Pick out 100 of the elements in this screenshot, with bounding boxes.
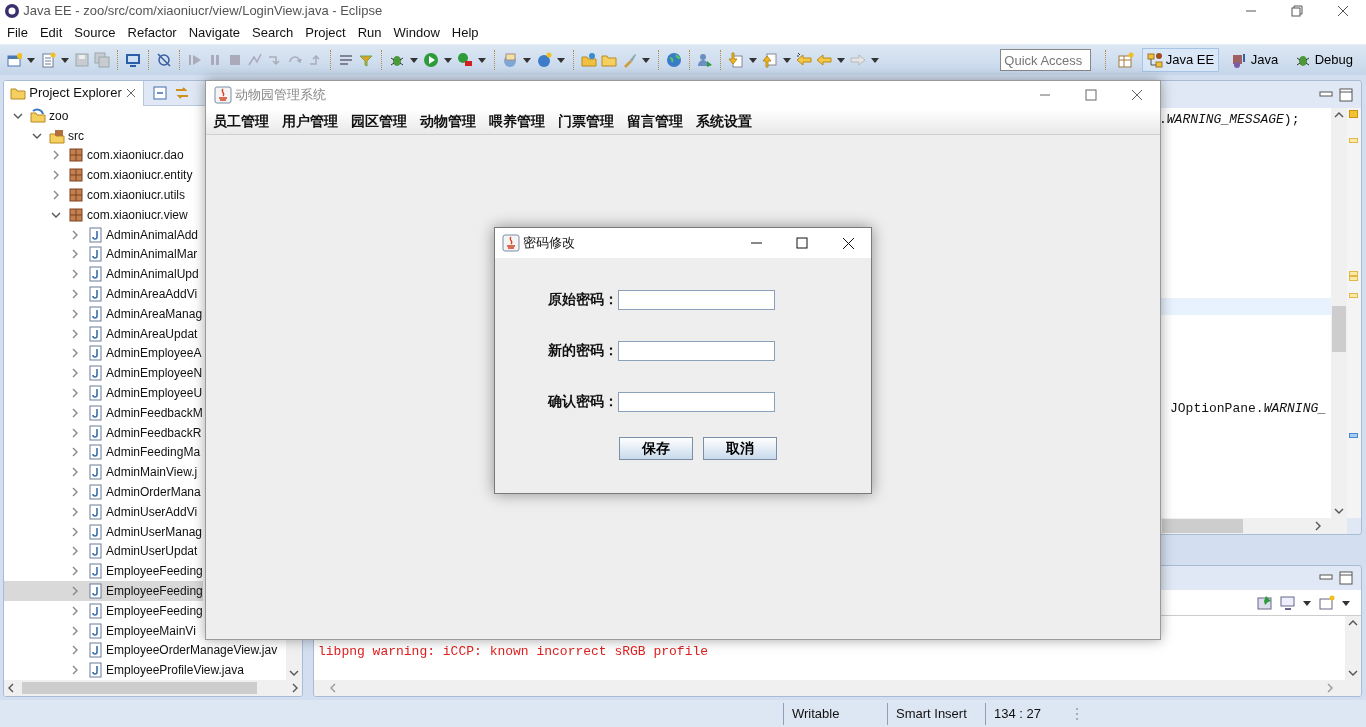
tree-item[interactable]: AdminUserAddVi [4, 501, 198, 522]
tree-item[interactable]: AdminAnimalMar [4, 244, 198, 265]
text-field[interactable] [618, 289, 775, 310]
overview-marker[interactable] [1349, 276, 1358, 281]
tree-item[interactable]: AdminAreaAddVi [4, 284, 198, 304]
dialog-button[interactable]: 保存 [619, 437, 693, 460]
tree-item[interactable]: AdminAreaUpdat [4, 323, 198, 344]
menu-item[interactable]: 动物管理 [414, 111, 482, 132]
menu-item[interactable]: 留言管理 [621, 111, 689, 132]
menu-item[interactable]: File [1, 23, 34, 43]
caret-icon[interactable] [641, 56, 651, 64]
overview-marker[interactable] [1349, 138, 1358, 143]
tree-item[interactable]: AdminFeedbackR [4, 422, 202, 443]
tree-item[interactable]: AdminUserUpdat [4, 541, 198, 562]
caret-icon[interactable] [1302, 598, 1312, 607]
open-folder-icon[interactable] [581, 52, 597, 68]
tree-item[interactable]: EmployeeOrderManageView.jav [4, 640, 278, 661]
overview-marker[interactable] [1349, 110, 1358, 118]
tree-item[interactable]: com.xiaoniucr.dao [4, 145, 184, 166]
search-person-icon[interactable] [697, 52, 713, 68]
menu-item[interactable]: Search [246, 23, 300, 43]
menu-item[interactable]: Project [299, 23, 352, 43]
tree-item[interactable]: EmployeeFeeding [4, 561, 203, 582]
overview-marker[interactable] [1349, 433, 1358, 438]
run-icon[interactable] [423, 52, 439, 68]
tree-item[interactable]: AdminUserManag [4, 521, 203, 542]
vertical-scrollbar[interactable] [1331, 108, 1347, 518]
horizontal-scrollbar[interactable] [4, 680, 302, 696]
monitor-icon[interactable] [125, 52, 141, 68]
dialog-button[interactable]: 取消 [703, 437, 777, 460]
tree-item[interactable]: zoo [4, 106, 69, 126]
tree-item[interactable]: AdminMainView.j [4, 462, 198, 483]
menu-item[interactable]: Source [68, 23, 122, 43]
tree-item[interactable]: com.xiaoniucr.view [4, 205, 188, 225]
scroll-thumb[interactable] [22, 682, 257, 694]
caret-icon[interactable] [443, 56, 453, 64]
tree-item[interactable]: com.xiaoniucr.entity [4, 165, 193, 186]
tree-item[interactable]: AdminAreaManag [4, 303, 203, 324]
tree-item[interactable]: AdminAnimalUpd [4, 264, 199, 285]
maximize-icon[interactable] [1339, 87, 1353, 102]
caret-icon[interactable] [409, 56, 419, 64]
link-editor-icon[interactable] [174, 85, 190, 101]
caret-icon[interactable] [60, 56, 70, 64]
folder-icon[interactable] [601, 52, 617, 68]
tree-item[interactable]: AdminFeedingMa [4, 442, 201, 463]
tree-item[interactable]: AdminAnimalAdd [4, 224, 199, 245]
text-field[interactable] [618, 391, 775, 412]
caret-icon[interactable] [1341, 598, 1351, 607]
open-console-icon[interactable] [1318, 594, 1335, 611]
menu-item[interactable]: Run [351, 23, 388, 43]
view-tab[interactable]: Project Explorer [4, 81, 144, 106]
menu-item[interactable]: Help [445, 23, 485, 43]
tree-item[interactable]: AdminEmployeeN [4, 363, 203, 384]
tree-item[interactable]: src [4, 125, 84, 146]
caret-icon[interactable] [522, 56, 532, 64]
display-console-icon[interactable] [1279, 594, 1296, 611]
caret-icon[interactable] [26, 56, 36, 64]
new-window-icon[interactable] [6, 52, 22, 68]
menu-item[interactable]: 园区管理 [345, 111, 413, 132]
overview-marker[interactable] [1349, 271, 1358, 276]
perspective-button[interactable]: Java [1226, 48, 1284, 72]
menu-item[interactable]: 喂养管理 [483, 111, 551, 132]
menu-item[interactable]: 系统设置 [690, 111, 758, 132]
caret-icon[interactable] [556, 56, 566, 64]
menu-item[interactable]: Window [387, 23, 446, 43]
skip-icon[interactable] [156, 52, 172, 68]
overview-marker[interactable] [1349, 293, 1358, 298]
tree-item[interactable]: AdminEmployeeA [4, 343, 202, 364]
tree-item[interactable]: EmployeeMainVi [4, 620, 196, 641]
menu-item[interactable]: Navigate [182, 23, 246, 43]
caret-icon[interactable] [782, 56, 792, 64]
caret-icon[interactable] [870, 56, 880, 64]
menu-item[interactable]: 用户管理 [276, 111, 344, 132]
tree-item[interactable]: AdminEmployeeU [4, 383, 203, 403]
caret-icon[interactable] [477, 56, 487, 64]
collapse-all-icon[interactable] [152, 85, 168, 101]
tree-item[interactable]: EmployeeFeeding [4, 581, 203, 601]
tree-item[interactable]: AdminFeedbackM [4, 402, 203, 423]
perspective-button[interactable]: Debug [1290, 48, 1358, 72]
caret-icon[interactable] [748, 56, 758, 64]
run-tool-icon[interactable] [457, 52, 473, 68]
tree-item[interactable]: EmployeeProfileView.java [4, 660, 244, 680]
scroll-thumb[interactable] [1332, 306, 1346, 352]
menu-item[interactable]: 门票管理 [552, 111, 620, 132]
tree-item[interactable]: EmployeeFeeding [4, 600, 203, 621]
list-icon[interactable] [338, 52, 354, 68]
globe-icon[interactable] [666, 52, 682, 68]
open-perspective-icon[interactable] [1118, 52, 1135, 68]
pin-console-icon[interactable] [1257, 594, 1273, 611]
quick-access-field[interactable]: Quick Access [1000, 49, 1092, 71]
tree-item[interactable]: com.xiaoniucr.utils [4, 185, 186, 205]
vertical-scrollbar[interactable] [1345, 616, 1361, 680]
filter-icon[interactable] [358, 52, 374, 68]
menu-item[interactable]: Refactor [121, 23, 183, 43]
tree-item[interactable]: AdminOrderMana [4, 482, 201, 502]
text-field[interactable] [618, 340, 775, 361]
menu-item[interactable]: Edit [33, 23, 69, 43]
scroll-thumb[interactable] [1162, 519, 1243, 533]
maximize-icon[interactable] [1339, 571, 1353, 585]
perspective-button[interactable]: Java EE [1141, 48, 1220, 72]
